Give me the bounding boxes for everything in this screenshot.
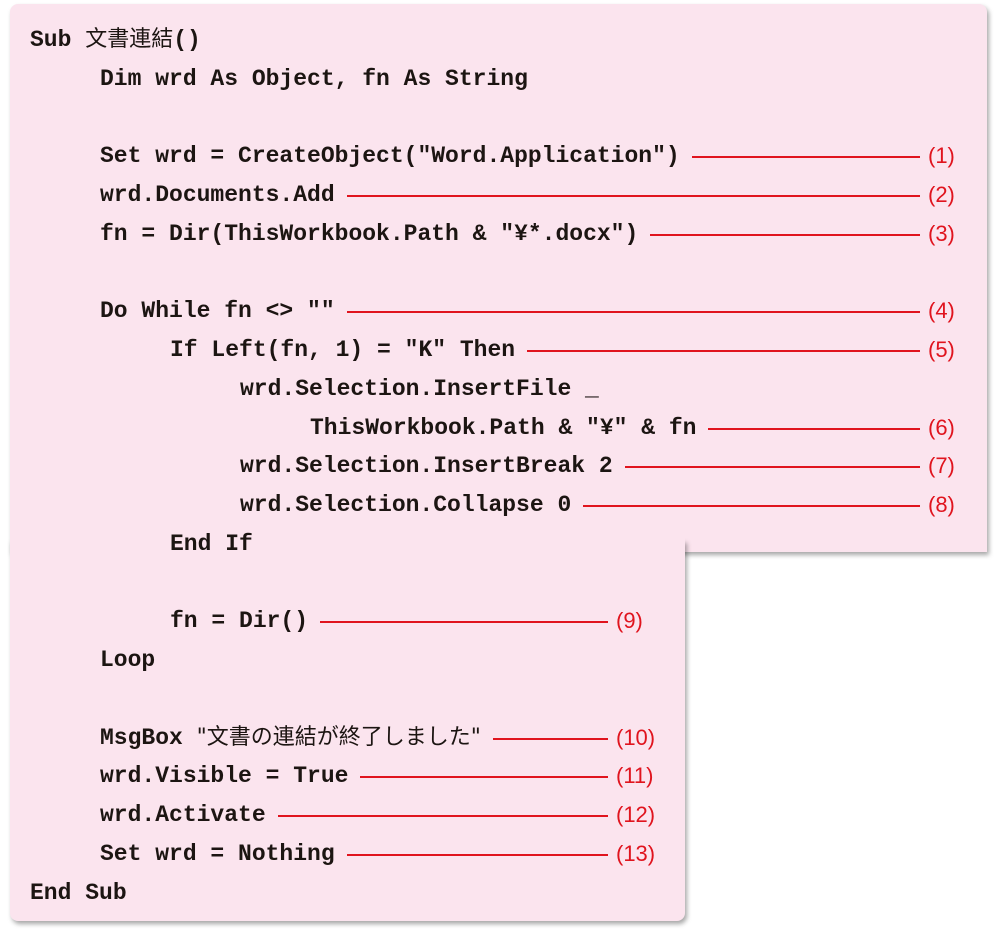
code-line: Set wrd = Nothing xyxy=(100,835,335,873)
code-text: End If xyxy=(170,530,253,557)
annotation-leader-line xyxy=(625,466,920,469)
code-text-tail: () xyxy=(173,27,201,53)
annotation-marker: (13) xyxy=(616,840,656,866)
code-line: wrd.Selection.InsertBreak 2 xyxy=(240,447,613,485)
annotation-leader-line xyxy=(527,350,920,352)
code-line: End Sub xyxy=(30,874,127,912)
annotation-marker: (11) xyxy=(616,763,654,789)
code-line: Do While fn <> "" xyxy=(100,292,335,330)
annotation-leader-line xyxy=(320,621,608,624)
annotation-leader-line xyxy=(278,815,608,817)
annotation-leader-line xyxy=(347,195,920,197)
annotation-leader-line xyxy=(347,853,608,856)
code-line: Sub 文書連結() xyxy=(30,21,201,59)
code-line: wrd.Activate xyxy=(100,796,266,834)
code-line: wrd.Selection.Collapse 0 xyxy=(240,486,571,524)
code-japanese-text: 文書連結 xyxy=(85,27,174,52)
annotation-marker: (12) xyxy=(616,802,656,827)
code-line: Set wrd = CreateObject("Word.Application… xyxy=(100,137,680,175)
code-text: wrd.Documents.Add xyxy=(100,182,335,208)
code-line: ThisWorkbook.Path & "¥" & fn xyxy=(310,409,696,447)
annotation-marker: (4) xyxy=(928,298,955,324)
code-text: wrd.Selection.Collapse 0 xyxy=(240,492,572,518)
code-text: wrd.Visible = True xyxy=(100,763,349,790)
code-line: Dim wrd As Object, fn As String xyxy=(100,60,528,98)
annotation-leader-line xyxy=(692,156,920,159)
code-text: Sub xyxy=(30,27,86,53)
annotation-leader-line xyxy=(493,737,608,740)
code-text: If Left(fn, 1) = "K" Then xyxy=(170,337,516,363)
annotation-leader-line xyxy=(650,233,920,236)
code-text: fn = Dir() xyxy=(170,608,309,635)
annotation-leader-line xyxy=(347,311,920,314)
code-text: Set wrd = Nothing xyxy=(100,840,335,867)
annotation-marker: (8) xyxy=(928,492,955,517)
annotation-marker: (7) xyxy=(928,453,955,479)
code-line: MsgBox "文書の連結が終了しました" xyxy=(100,719,481,757)
code-text: MsgBox xyxy=(100,724,197,751)
code-text: Do While fn <> "" xyxy=(100,298,335,325)
code-line: wrd.Selection.InsertFile _ xyxy=(240,370,599,408)
annotation-marker: (2) xyxy=(928,182,955,207)
annotation-marker: (1) xyxy=(928,143,955,169)
code-text: Loop xyxy=(100,647,156,673)
code-text: ThisWorkbook.Path & "¥" & fn xyxy=(310,414,697,441)
code-text: wrd.Activate xyxy=(100,802,266,828)
code-line: fn = Dir() xyxy=(170,602,308,640)
code-text: fn = Dir(ThisWorkbook.Path & "¥*.docx") xyxy=(100,220,639,247)
code-line: Loop xyxy=(100,641,155,679)
annotation-marker: (5) xyxy=(928,337,955,362)
code-text: wrd.Selection.InsertBreak 2 xyxy=(240,453,613,480)
code-text: End Sub xyxy=(30,879,127,906)
annotation-marker: (9) xyxy=(616,608,643,634)
code-line: End If xyxy=(170,525,253,563)
code-line: fn = Dir(ThisWorkbook.Path & "¥*.docx") xyxy=(100,215,638,253)
annotation-leader-line xyxy=(360,776,608,779)
annotation-marker: (3) xyxy=(928,220,955,246)
code-text: Set wrd = CreateObject("Word.Application… xyxy=(100,143,680,170)
annotation-marker: (6) xyxy=(928,414,955,440)
code-text: Dim wrd As Object, fn As String xyxy=(100,65,528,92)
code-line: If Left(fn, 1) = "K" Then xyxy=(170,331,515,369)
code-line: wrd.Documents.Add xyxy=(100,176,335,214)
code-text: wrd.Selection.InsertFile _ xyxy=(240,375,599,402)
annotation-leader-line xyxy=(708,427,920,430)
code-line: wrd.Visible = True xyxy=(100,757,348,795)
annotation-marker: (10) xyxy=(616,724,656,750)
annotation-leader-line xyxy=(583,505,920,507)
code-japanese-text: "文書の連結が終了しました" xyxy=(196,724,481,750)
